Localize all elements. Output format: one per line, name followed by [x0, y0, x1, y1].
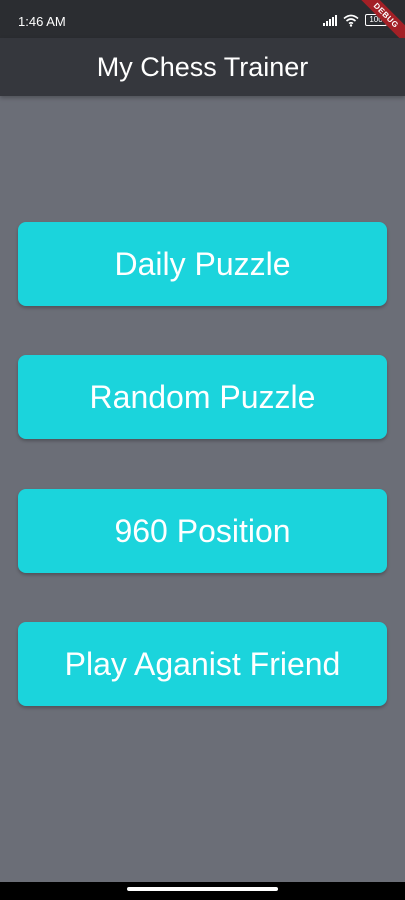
- status-time: 1:46 AM: [18, 14, 66, 29]
- play-against-friend-button[interactable]: Play Aganist Friend: [18, 622, 387, 706]
- battery-level: 100: [369, 15, 383, 24]
- home-indicator-pill[interactable]: [127, 887, 278, 891]
- signal-icon: [323, 14, 337, 26]
- app-screen: 1:46 AM 100 DEBUG My Chess Trainer Daily…: [0, 0, 405, 900]
- status-icons: 100: [323, 13, 390, 27]
- app-title: My Chess Trainer: [96, 51, 309, 82]
- chess960-position-button[interactable]: 960 Position: [18, 489, 387, 573]
- status-bar: 1:46 AM 100: [0, 0, 405, 38]
- app-bar: My Chess Trainer: [0, 38, 405, 96]
- daily-puzzle-button[interactable]: Daily Puzzle: [18, 222, 387, 306]
- navigation-bar: [0, 882, 405, 900]
- wifi-icon: [343, 14, 359, 27]
- random-puzzle-button[interactable]: Random Puzzle: [18, 355, 387, 439]
- battery-icon: 100: [365, 14, 390, 26]
